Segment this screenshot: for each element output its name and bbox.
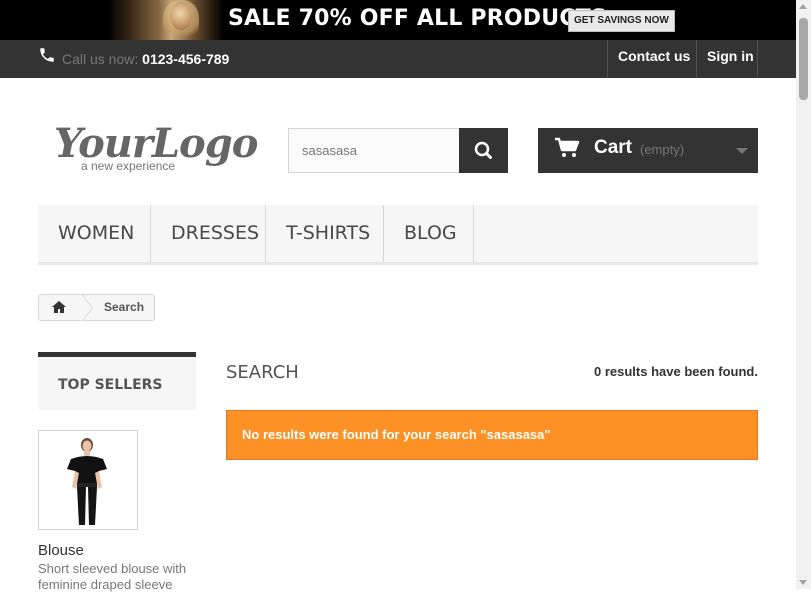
promo-banner[interactable]: SALE 70% OFF ALL PRODUCTS GET SAVINGS NO… xyxy=(0,0,811,40)
product-name-link[interactable]: Blouse xyxy=(38,542,84,559)
banner-text: SALE 70% OFF ALL PRODUCTS xyxy=(228,6,607,31)
search-button[interactable] xyxy=(459,128,508,173)
call-us-text: Call us now: 0123-456-789 xyxy=(62,51,229,67)
menu-item-dresses[interactable]: DRESSES xyxy=(151,205,266,262)
breadcrumb-current: Search xyxy=(104,300,145,314)
product-description: Short sleeved blouse with feminine drape… xyxy=(38,561,187,592)
top-sellers-block-title[interactable]: TOP SELLERS xyxy=(38,352,196,410)
menu-item-women[interactable]: WOMEN xyxy=(38,205,151,262)
alert-message: No results were found for your search "s… xyxy=(242,427,551,442)
cart-status: (empty) xyxy=(640,142,685,157)
site-logo[interactable]: YourLogo a new experience xyxy=(54,120,258,174)
breadcrumb: Search xyxy=(38,294,155,322)
banner-model-image xyxy=(108,0,223,40)
phone-number: 0123-456-789 xyxy=(142,51,230,67)
cart-label: Cart xyxy=(594,137,633,158)
results-count: 0 results have been found. xyxy=(594,364,758,379)
main-menu: WOMEN DRESSES T-SHIRTS BLOG xyxy=(38,205,758,265)
top-sellers-title: TOP SELLERS xyxy=(58,377,163,393)
sign-in-link[interactable]: Sign in xyxy=(696,40,758,78)
scroll-up-arrow-icon[interactable] xyxy=(799,4,807,9)
no-results-alert: No results were found for your search "s… xyxy=(226,410,758,460)
chevron-down-icon xyxy=(736,148,748,154)
menu-item-blog[interactable]: BLOG xyxy=(384,205,474,262)
product-image[interactable] xyxy=(38,430,138,530)
page-title: SEARCH xyxy=(226,362,299,383)
cart-icon xyxy=(555,137,580,157)
menu-item-t-shirts[interactable]: T-SHIRTS xyxy=(266,205,384,262)
call-label: Call us now: xyxy=(62,51,139,67)
home-icon[interactable] xyxy=(51,300,67,314)
search-input[interactable]: sasasasa xyxy=(288,128,459,173)
scroll-down-arrow-icon[interactable] xyxy=(799,580,807,585)
cart-button[interactable]: Cart (empty) xyxy=(538,128,758,173)
scroll-thumb[interactable] xyxy=(799,18,808,100)
logo-tagline: a new experience xyxy=(81,159,176,173)
get-savings-button[interactable]: GET SAVINGS NOW xyxy=(568,10,675,32)
contact-us-link[interactable]: Contact us xyxy=(607,40,697,78)
phone-icon xyxy=(40,48,54,62)
blouse-product-picture xyxy=(39,431,137,529)
search-icon xyxy=(474,141,492,159)
page-scrollbar[interactable] xyxy=(796,0,811,589)
